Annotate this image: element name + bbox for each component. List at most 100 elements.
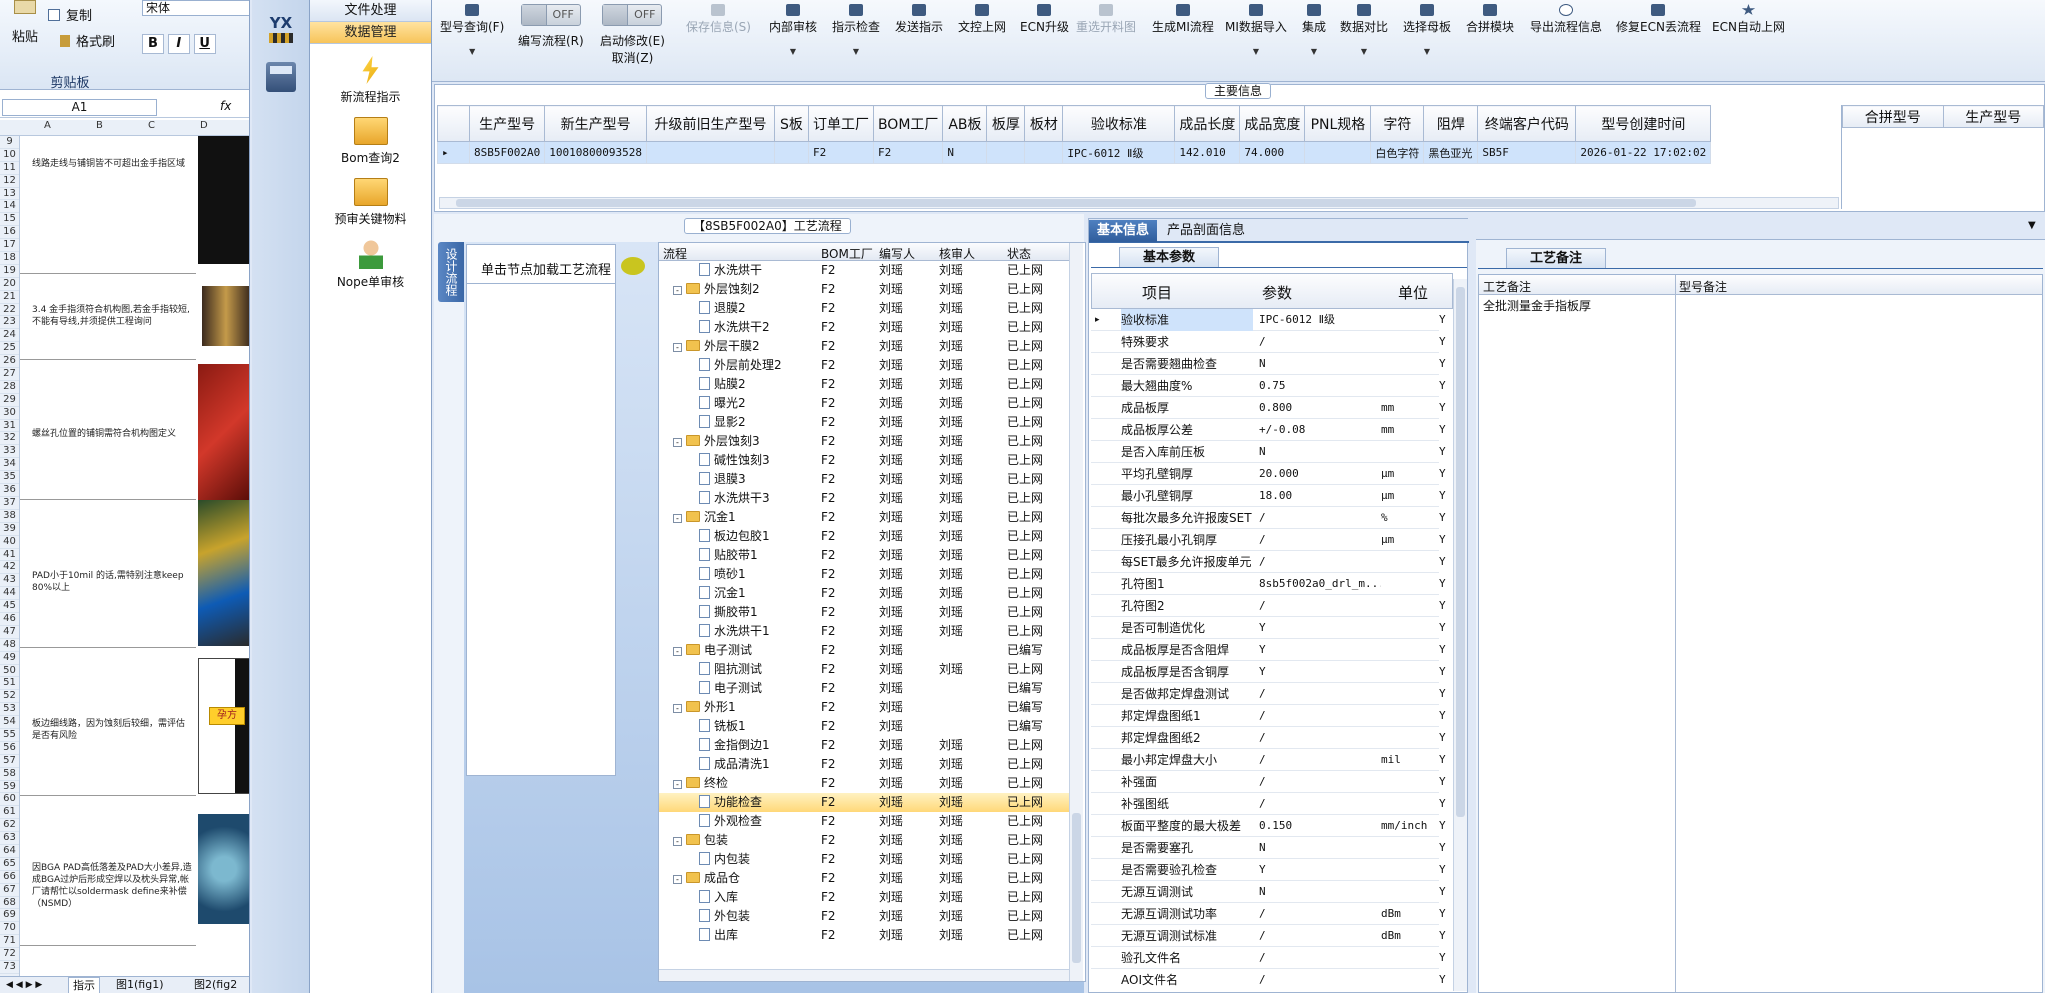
row-header[interactable]: 51 — [0, 677, 19, 691]
main-cell[interactable] — [645, 141, 775, 164]
flow-node-row[interactable]: 阻抗测试 F2 刘瑶 刘瑶 已上网 — [659, 660, 1069, 679]
flow-node-row[interactable]: 水洗烘干 F2 刘瑶 刘瑶 已上网 — [659, 261, 1069, 280]
main-cell[interactable]: 8SB5F002A0 — [468, 141, 546, 164]
param-row[interactable]: 成品板厚是否含铜厚 Y Y — [1091, 661, 1446, 683]
param-row[interactable]: 板面平整度的最大极差 0.150 mm/inch Y — [1091, 815, 1446, 837]
row-header[interactable]: 31 — [0, 420, 19, 433]
row-header[interactable]: 44 — [0, 587, 19, 601]
param-value[interactable]: / — [1259, 595, 1381, 617]
sheet-tab-3[interactable]: 图2(fig2 — [194, 977, 237, 993]
param-row[interactable]: ▸ 验收标准 IPC-6012 Ⅱ级 Y — [1091, 309, 1446, 331]
flow-node-row[interactable]: 显影2 F2 刘瑶 刘瑶 已上网 — [659, 413, 1069, 432]
row-header[interactable]: 12 — [0, 175, 19, 188]
italic-button[interactable]: I — [167, 34, 190, 54]
param-value[interactable]: / — [1259, 793, 1381, 815]
flow-node-row[interactable]: - 成品仓 F2 刘瑶 刘瑶 已上网 — [659, 869, 1069, 888]
row-header[interactable]: 41 — [0, 549, 19, 562]
row-header[interactable]: 71 — [0, 935, 19, 949]
collapse-icon[interactable]: - — [673, 647, 682, 656]
menu-header-data[interactable]: 数据管理 — [310, 22, 431, 44]
main-cell[interactable]: 白色字符 — [1370, 141, 1425, 164]
flow-node-row[interactable]: 碱性蚀刻3 F2 刘瑶 刘瑶 已上网 — [659, 451, 1069, 470]
param-value[interactable]: / — [1259, 683, 1381, 705]
bold-button[interactable]: B — [142, 34, 164, 54]
param-value[interactable]: 0.75 — [1259, 375, 1381, 397]
main-cell[interactable] — [1024, 141, 1064, 164]
underline-button[interactable]: U — [193, 34, 216, 54]
main-cell[interactable]: 2026-01-22 17:02:02 — [1575, 141, 1712, 164]
flow-node-row[interactable]: - 沉金1 F2 刘瑶 刘瑶 已上网 — [659, 508, 1069, 527]
flow-node-row[interactable]: 喷砂1 F2 刘瑶 刘瑶 已上网 — [659, 565, 1069, 584]
param-row[interactable]: 成品板厚是否含阻焊 Y Y — [1091, 639, 1446, 661]
row-header[interactable]: 20 — [0, 278, 19, 291]
row-header[interactable]: 54 — [0, 716, 19, 729]
flow-node-row[interactable]: 撕胶带1 F2 刘瑶 刘瑶 已上网 — [659, 603, 1069, 622]
row-header[interactable]: 55 — [0, 729, 19, 742]
main-col-header[interactable]: 新生产型号 — [544, 105, 647, 142]
main-col-header[interactable]: 终端客户代码 — [1477, 105, 1577, 142]
row-header[interactable]: 66 — [0, 871, 19, 884]
flow-node-row[interactable]: - 终检 F2 刘瑶 刘瑶 已上网 — [659, 774, 1069, 793]
param-row[interactable]: 压接孔最小孔铜厚 / μm Y — [1091, 529, 1446, 551]
flow-node-row[interactable]: 水洗烘干1 F2 刘瑶 刘瑶 已上网 — [659, 622, 1069, 641]
param-value[interactable]: / — [1259, 947, 1381, 969]
collapse-icon[interactable]: - — [673, 875, 682, 884]
flow-tree-vscrollbar[interactable] — [1069, 243, 1083, 981]
flow-node-row[interactable]: - 外层蚀刻3 F2 刘瑶 刘瑶 已上网 — [659, 432, 1069, 451]
param-value[interactable]: 0.800 — [1259, 397, 1381, 419]
format-painter-button[interactable]: 格式刷 — [60, 32, 115, 52]
sheet-nav-arrows[interactable]: ◀ ◀ ▶ ▶ — [6, 977, 42, 993]
row-header[interactable]: 33 — [0, 445, 19, 459]
row-header[interactable]: 19 — [0, 265, 19, 278]
main-col-header[interactable]: 成品长度 — [1174, 105, 1241, 142]
instruction-check-button[interactable]: 指示检查 ▼ — [832, 4, 880, 56]
row-header[interactable]: 24 — [0, 329, 19, 343]
row-header[interactable]: 64 — [0, 845, 19, 858]
row-header[interactable]: 52 — [0, 690, 19, 704]
flow-node-row[interactable]: 贴膜2 F2 刘瑶 刘瑶 已上网 — [659, 375, 1069, 394]
main-cell[interactable] — [986, 141, 1026, 164]
param-value[interactable]: N — [1259, 837, 1381, 859]
ecn-auto-upload-button[interactable]: ECN自动上网 — [1712, 4, 1785, 35]
row-header[interactable]: 57 — [0, 755, 19, 768]
row-header[interactable]: 17 — [0, 239, 19, 253]
row-header[interactable]: 45 — [0, 600, 19, 613]
row-header[interactable]: 9 — [0, 136, 19, 149]
param-value[interactable]: 8sb5f002a0_drl_m... — [1259, 573, 1381, 595]
row-header[interactable]: 70 — [0, 922, 19, 936]
param-row[interactable]: 最大翘曲度% 0.75 Y — [1091, 375, 1446, 397]
main-col-header[interactable]: 板厚 — [986, 105, 1026, 142]
row-header[interactable]: 27 — [0, 368, 19, 381]
row-header[interactable]: 69 — [0, 909, 19, 923]
row-header[interactable]: 38 — [0, 510, 19, 523]
row-header[interactable]: 46 — [0, 613, 19, 626]
flow-node-row[interactable]: 铣板1 F2 刘瑶 已编写 — [659, 717, 1069, 736]
row-header[interactable]: 56 — [0, 742, 19, 755]
param-value[interactable]: / — [1259, 727, 1381, 749]
reselect-cutting-button[interactable]: 重选开料图 — [1076, 4, 1136, 35]
row-header[interactable]: 72 — [0, 948, 19, 961]
save-info-button[interactable]: 保存信息(S) — [686, 4, 751, 35]
row-header[interactable]: 48 — [0, 639, 19, 652]
font-name-box[interactable]: 宋体 — [142, 0, 249, 16]
param-row[interactable]: 最小邦定焊盘大小 / mil Y — [1091, 749, 1446, 771]
param-row[interactable]: 补强面 / Y — [1091, 771, 1446, 793]
param-row[interactable]: 特殊要求 / Y — [1091, 331, 1446, 353]
param-value[interactable]: / — [1259, 925, 1381, 947]
param-value[interactable]: / — [1259, 969, 1381, 989]
main-grid-hscroll-thumb[interactable] — [456, 199, 1696, 207]
menu-item-key-material[interactable]: 预审关键物料 — [310, 178, 431, 227]
export-flow-button[interactable]: 导出流程信息 — [1530, 4, 1602, 35]
main-col-header[interactable]: 板材 — [1024, 105, 1064, 142]
param-value[interactable]: IPC-6012 Ⅱ级 — [1259, 309, 1381, 331]
param-row[interactable]: 每批次最多允许报废SET /% Y — [1091, 507, 1446, 529]
menu-item-bom-query[interactable]: Bom查询2 — [310, 117, 431, 166]
flow-node-row[interactable]: 外包装 F2 刘瑶 刘瑶 已上网 — [659, 907, 1069, 926]
row-header[interactable]: 23 — [0, 316, 19, 330]
main-col-header[interactable]: BOM工厂 — [872, 105, 944, 142]
param-value[interactable]: +/-0.08 — [1259, 419, 1381, 441]
row-header[interactable]: 18 — [0, 252, 19, 265]
param-value[interactable]: N — [1259, 353, 1381, 375]
design-flow-side-tab[interactable]: 设计流程 — [438, 242, 464, 302]
param-row[interactable]: 是否入库前压板 N Y — [1091, 441, 1446, 463]
